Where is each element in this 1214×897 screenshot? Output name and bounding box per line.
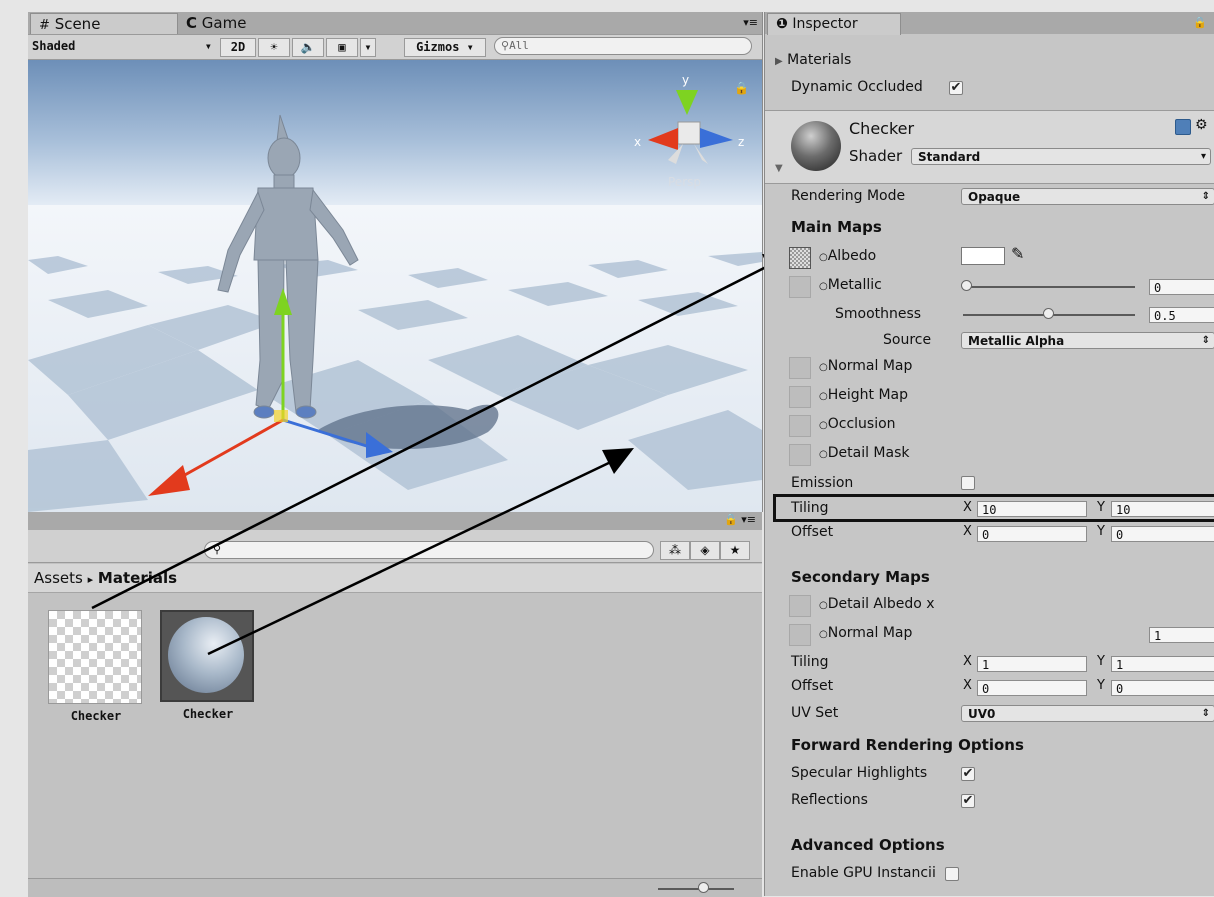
circle-picker-icon[interactable]: ○ bbox=[819, 420, 828, 431]
metallic-slider-knob[interactable] bbox=[961, 280, 972, 291]
emission-label: Emission bbox=[791, 475, 854, 491]
chevron-right-icon: ▶ bbox=[775, 56, 783, 67]
chevron-down-icon: ▾ bbox=[1200, 151, 1206, 162]
arrow-head bbox=[602, 448, 634, 474]
offset-label: Offset bbox=[791, 524, 834, 540]
occlusion-label-wrap: ○Occlusion bbox=[819, 416, 896, 432]
inspector-panel: ❶ Inspector 🔒 ▶ Materials Dynamic Occlud… bbox=[764, 12, 1214, 896]
gpu-instancing-checkbox[interactable] bbox=[945, 867, 959, 881]
rendering-mode-dropdown[interactable]: Opaque ⇕ bbox=[961, 188, 1214, 205]
emission-checkbox[interactable] bbox=[961, 476, 975, 490]
up-down-icon: ⇕ bbox=[1201, 191, 1210, 202]
material-header: ▼ Checker Shader Standard ▾ ⚙ bbox=[765, 111, 1214, 183]
chevron-down-icon[interactable]: ▼ bbox=[775, 163, 783, 174]
height-map-slot[interactable] bbox=[789, 386, 811, 408]
detail-albedo-slot[interactable] bbox=[789, 595, 811, 617]
smoothness-label: Smoothness bbox=[835, 306, 922, 322]
offset-y-field[interactable]: 0 bbox=[1111, 526, 1214, 542]
uv-set-dropdown[interactable]: UV0 ⇕ bbox=[961, 705, 1214, 722]
help-icon[interactable] bbox=[1175, 119, 1191, 135]
detail-mask-label-wrap: ○Detail Mask bbox=[819, 445, 910, 461]
materials-foldout[interactable]: ▶ Materials bbox=[775, 52, 851, 68]
circle-picker-icon[interactable]: ○ bbox=[819, 629, 828, 640]
secondary-normal-scale-field[interactable]: 1 bbox=[1149, 627, 1214, 643]
occlusion-slot[interactable] bbox=[789, 415, 811, 437]
secondary-offset-x-field[interactable]: 0 bbox=[977, 680, 1087, 696]
material-preview-sphere bbox=[791, 121, 841, 171]
tiling-label: Tiling bbox=[791, 500, 829, 516]
arrow-line bbox=[91, 263, 771, 610]
secondary-tiling-label: Tiling bbox=[791, 654, 829, 670]
shader-label: Shader bbox=[849, 147, 903, 165]
gear-icon[interactable]: ⚙ bbox=[1195, 117, 1208, 133]
metallic-texture-slot[interactable] bbox=[789, 276, 811, 298]
gpu-instancing-label: Enable GPU Instancii bbox=[791, 865, 936, 881]
circle-picker-icon[interactable]: ○ bbox=[819, 252, 828, 263]
tab-inspector[interactable]: ❶ Inspector bbox=[767, 13, 901, 35]
forward-rendering-heading: Forward Rendering Options bbox=[791, 736, 1024, 754]
reflections-label: Reflections bbox=[791, 792, 868, 808]
up-down-icon: ⇕ bbox=[1201, 335, 1210, 346]
height-map-label-wrap: ○Height Map bbox=[819, 387, 909, 403]
source-dropdown[interactable]: Metallic Alpha ⇕ bbox=[961, 332, 1214, 349]
secondary-tiling-y-field[interactable]: 1 bbox=[1111, 656, 1214, 672]
normal-map-label-wrap: ○Normal Map bbox=[819, 358, 913, 374]
smoothness-slider-knob[interactable] bbox=[1043, 308, 1054, 319]
reflections-checkbox[interactable]: ✔ bbox=[961, 794, 975, 808]
rendering-mode-label: Rendering Mode bbox=[791, 188, 906, 204]
main-maps-heading: Main Maps bbox=[791, 218, 882, 236]
metallic-label-wrap: ○Metallic bbox=[819, 277, 882, 293]
detail-mask-slot[interactable] bbox=[789, 444, 811, 466]
secondary-offset-y-field[interactable]: 0 bbox=[1111, 680, 1214, 696]
albedo-texture-slot[interactable] bbox=[789, 247, 811, 269]
arrow-line bbox=[207, 458, 616, 656]
metallic-value-field[interactable]: 0 bbox=[1149, 279, 1214, 295]
dynamic-occluded-label: Dynamic Occluded bbox=[791, 79, 923, 95]
material-name: Checker bbox=[849, 119, 915, 138]
albedo-label-wrap: ○Albedo bbox=[819, 248, 877, 264]
secondary-tiling-x-field[interactable]: 1 bbox=[977, 656, 1087, 672]
inspector-tab-bar: ❶ Inspector 🔒 bbox=[765, 12, 1214, 35]
secondary-normal-map-slot[interactable] bbox=[789, 624, 811, 646]
shader-dropdown[interactable]: Standard ▾ bbox=[911, 148, 1211, 165]
offset-x-field[interactable]: 0 bbox=[977, 526, 1087, 542]
circle-picker-icon[interactable]: ○ bbox=[819, 362, 828, 373]
secondary-maps-heading: Secondary Maps bbox=[791, 568, 930, 586]
metallic-slider-track[interactable] bbox=[963, 286, 1135, 288]
eyedropper-icon[interactable]: ✎ bbox=[1011, 244, 1024, 263]
normal-map-slot[interactable] bbox=[789, 357, 811, 379]
tiling-y-field[interactable]: 10 bbox=[1111, 501, 1214, 517]
uv-set-label: UV Set bbox=[791, 705, 839, 721]
circle-picker-icon[interactable]: ○ bbox=[819, 449, 828, 460]
secondary-offset-label: Offset bbox=[791, 678, 834, 694]
specular-highlights-label: Specular Highlights bbox=[791, 765, 928, 781]
source-label: Source bbox=[883, 332, 932, 348]
advanced-options-heading: Advanced Options bbox=[791, 836, 945, 854]
tiling-x-field[interactable]: 10 bbox=[977, 501, 1087, 517]
circle-picker-icon[interactable]: ○ bbox=[819, 600, 828, 611]
circle-picker-icon[interactable]: ○ bbox=[819, 281, 828, 292]
smoothness-value-field[interactable]: 0.5 bbox=[1149, 307, 1214, 323]
detail-albedo-label-wrap: ○Detail Albedo x bbox=[819, 596, 935, 612]
secondary-normal-map-label-wrap: ○Normal Map bbox=[819, 625, 913, 641]
lock-icon[interactable]: 🔒 bbox=[1193, 16, 1207, 29]
albedo-color-field[interactable] bbox=[961, 247, 1005, 265]
up-down-icon: ⇕ bbox=[1201, 708, 1210, 719]
circle-picker-icon[interactable]: ○ bbox=[819, 391, 828, 402]
info-icon: ❶ bbox=[776, 16, 788, 32]
specular-highlights-checkbox[interactable]: ✔ bbox=[961, 767, 975, 781]
dynamic-occluded-checkbox[interactable]: ✔ bbox=[949, 81, 963, 95]
